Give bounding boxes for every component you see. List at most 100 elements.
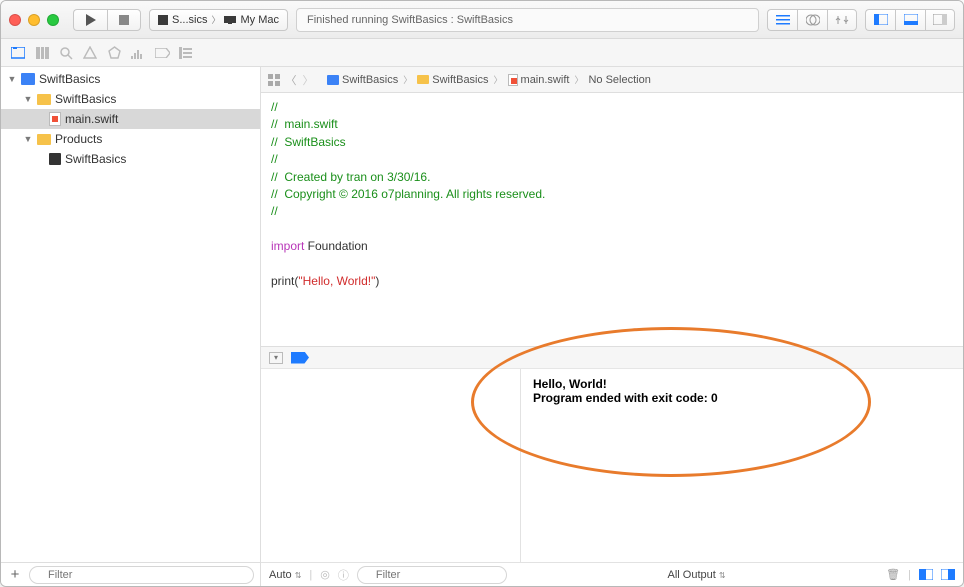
trash-icon[interactable]: 🗑 xyxy=(886,568,900,581)
forward-button[interactable]: 〉 xyxy=(301,73,315,87)
left-panel-icon xyxy=(874,14,888,25)
output-scope-selector[interactable]: All Output ⇅ xyxy=(667,569,725,581)
project-navigator-tab[interactable] xyxy=(7,43,29,63)
variables-view[interactable] xyxy=(261,369,521,562)
file-tree[interactable]: ▼ SwiftBasics ▼ SwiftBasics main.swift ▼… xyxy=(1,67,260,562)
console-output[interactable]: Hello, World! Program ended with exit co… xyxy=(521,369,963,562)
code-comment: // Copyright © 2016 o7planning. All righ… xyxy=(271,187,545,201)
monitor-icon xyxy=(224,16,236,24)
disclosure-triangle-icon[interactable]: ▼ xyxy=(7,74,17,84)
tree-label: main.swift xyxy=(65,112,118,126)
standard-editor-button[interactable] xyxy=(767,9,797,31)
titlebar: S...sics 〉 My Mac Finished running Swift… xyxy=(1,1,963,39)
navigator-filter-input[interactable] xyxy=(29,566,254,584)
scheme-selector[interactable]: S...sics 〉 My Mac xyxy=(149,9,288,31)
toggle-navigator-button[interactable] xyxy=(865,9,895,31)
chevron-right-icon: 〉 xyxy=(401,73,414,86)
tree-group-products[interactable]: ▼ Products xyxy=(1,129,260,149)
close-window-button[interactable] xyxy=(9,14,21,26)
debug-toolbar: ▾ xyxy=(261,347,963,369)
arrows-icon xyxy=(835,14,849,26)
disclosure-triangle-icon[interactable]: ▼ xyxy=(23,94,33,104)
toggle-inspector-button[interactable] xyxy=(925,9,955,31)
chevron-right-icon: 〉 xyxy=(572,73,585,86)
tree-label: SwiftBasics xyxy=(65,152,126,166)
related-items-icon[interactable] xyxy=(267,73,281,87)
eye-icon[interactable]: ◎ xyxy=(320,568,330,581)
activity-status: Finished running SwiftBasics : SwiftBasi… xyxy=(296,8,759,32)
scheme-device-label: My Mac xyxy=(240,14,279,26)
code-comment: // main.swift xyxy=(271,117,338,131)
code-punct: ) xyxy=(375,274,379,288)
jumpbar-group[interactable]: SwiftBasics xyxy=(432,74,488,86)
debug-bottom-bar: Auto ⇅ | ◎ ⓘ All Output ⇅ 🗑 | xyxy=(261,562,963,586)
tree-label: SwiftBasics xyxy=(55,92,116,106)
chevron-right-icon: 〉 xyxy=(211,13,220,26)
xcode-project-icon xyxy=(21,73,35,85)
stop-icon xyxy=(119,15,129,25)
run-stop-group xyxy=(73,9,141,31)
run-button[interactable] xyxy=(73,9,107,31)
debug-area: ▾ Hello, World! Program ended with exit … xyxy=(261,346,963,586)
swift-file-icon xyxy=(508,74,518,86)
console-line: Hello, World! xyxy=(533,377,607,391)
code-comment: // xyxy=(271,204,278,218)
stop-button[interactable] xyxy=(107,9,141,31)
issue-navigator-tab[interactable] xyxy=(79,43,101,63)
tree-label: SwiftBasics xyxy=(39,72,100,86)
breakpoint-toggle-button[interactable] xyxy=(291,352,309,364)
editor-area: 〈 〉 SwiftBasics 〉 SwiftBasics 〉 main.swi… xyxy=(261,67,963,586)
jumpbar-project[interactable]: SwiftBasics xyxy=(342,74,398,86)
tree-file-main[interactable]: main.swift xyxy=(1,109,260,129)
minimize-window-button[interactable] xyxy=(28,14,40,26)
code-comment: // xyxy=(271,152,278,166)
add-button[interactable]: + xyxy=(7,566,23,583)
show-variables-button[interactable] xyxy=(919,569,933,580)
bottom-panel-icon xyxy=(904,14,918,25)
info-icon[interactable]: ⓘ xyxy=(338,567,349,583)
zoom-window-button[interactable] xyxy=(47,14,59,26)
variables-filter-input[interactable] xyxy=(357,566,507,584)
toggle-debug-button[interactable] xyxy=(895,9,925,31)
test-navigator-tab[interactable] xyxy=(103,43,125,63)
editor-mode-group xyxy=(767,9,857,31)
navigator-filter-bar: + xyxy=(1,562,260,586)
show-console-button[interactable] xyxy=(941,569,955,580)
status-text: Finished running SwiftBasics : SwiftBasi… xyxy=(307,14,513,26)
code-comment: // xyxy=(271,100,278,114)
breakpoint-navigator-tab[interactable] xyxy=(151,43,173,63)
target-icon xyxy=(158,15,168,25)
folder-icon xyxy=(417,75,429,84)
code-comment: // SwiftBasics xyxy=(271,135,346,149)
disclosure-triangle-icon[interactable]: ▼ xyxy=(23,134,33,144)
code-identifier: Foundation xyxy=(304,239,367,253)
jumpbar-file[interactable]: main.swift xyxy=(521,74,570,86)
code-string: "Hello, World!" xyxy=(298,274,375,288)
main-split: ▼ SwiftBasics ▼ SwiftBasics main.swift ▼… xyxy=(1,67,963,586)
swift-file-icon xyxy=(49,112,61,126)
window-controls xyxy=(9,14,59,26)
tree-group[interactable]: ▼ SwiftBasics xyxy=(1,89,260,109)
assistant-editor-button[interactable] xyxy=(797,9,827,31)
scheme-target-label: S...sics xyxy=(172,14,207,26)
right-panel-icon xyxy=(933,14,947,25)
find-navigator-tab[interactable] xyxy=(55,43,77,63)
chevron-right-icon: 〉 xyxy=(492,73,505,86)
auto-scope-selector[interactable]: Auto ⇅ xyxy=(269,569,301,581)
xcode-project-icon xyxy=(327,75,339,85)
version-editor-button[interactable] xyxy=(827,9,857,31)
tree-product[interactable]: SwiftBasics xyxy=(1,149,260,169)
hide-debug-button[interactable]: ▾ xyxy=(269,352,283,364)
lines-icon xyxy=(776,15,790,25)
project-navigator: ▼ SwiftBasics ▼ SwiftBasics main.swift ▼… xyxy=(1,67,261,586)
jump-bar[interactable]: 〈 〉 SwiftBasics 〉 SwiftBasics 〉 main.swi… xyxy=(261,67,963,93)
debug-navigator-tab[interactable] xyxy=(127,43,149,63)
jumpbar-selection[interactable]: No Selection xyxy=(588,74,650,86)
code-comment: // Created by tran on 3/30/16. xyxy=(271,170,430,184)
source-editor[interactable]: // // main.swift // SwiftBasics // // Cr… xyxy=(261,93,963,346)
back-button[interactable]: 〈 xyxy=(284,73,298,87)
symbol-navigator-tab[interactable] xyxy=(31,43,53,63)
report-navigator-tab[interactable] xyxy=(175,43,197,63)
debug-split: Hello, World! Program ended with exit co… xyxy=(261,369,963,562)
tree-project-root[interactable]: ▼ SwiftBasics xyxy=(1,69,260,89)
